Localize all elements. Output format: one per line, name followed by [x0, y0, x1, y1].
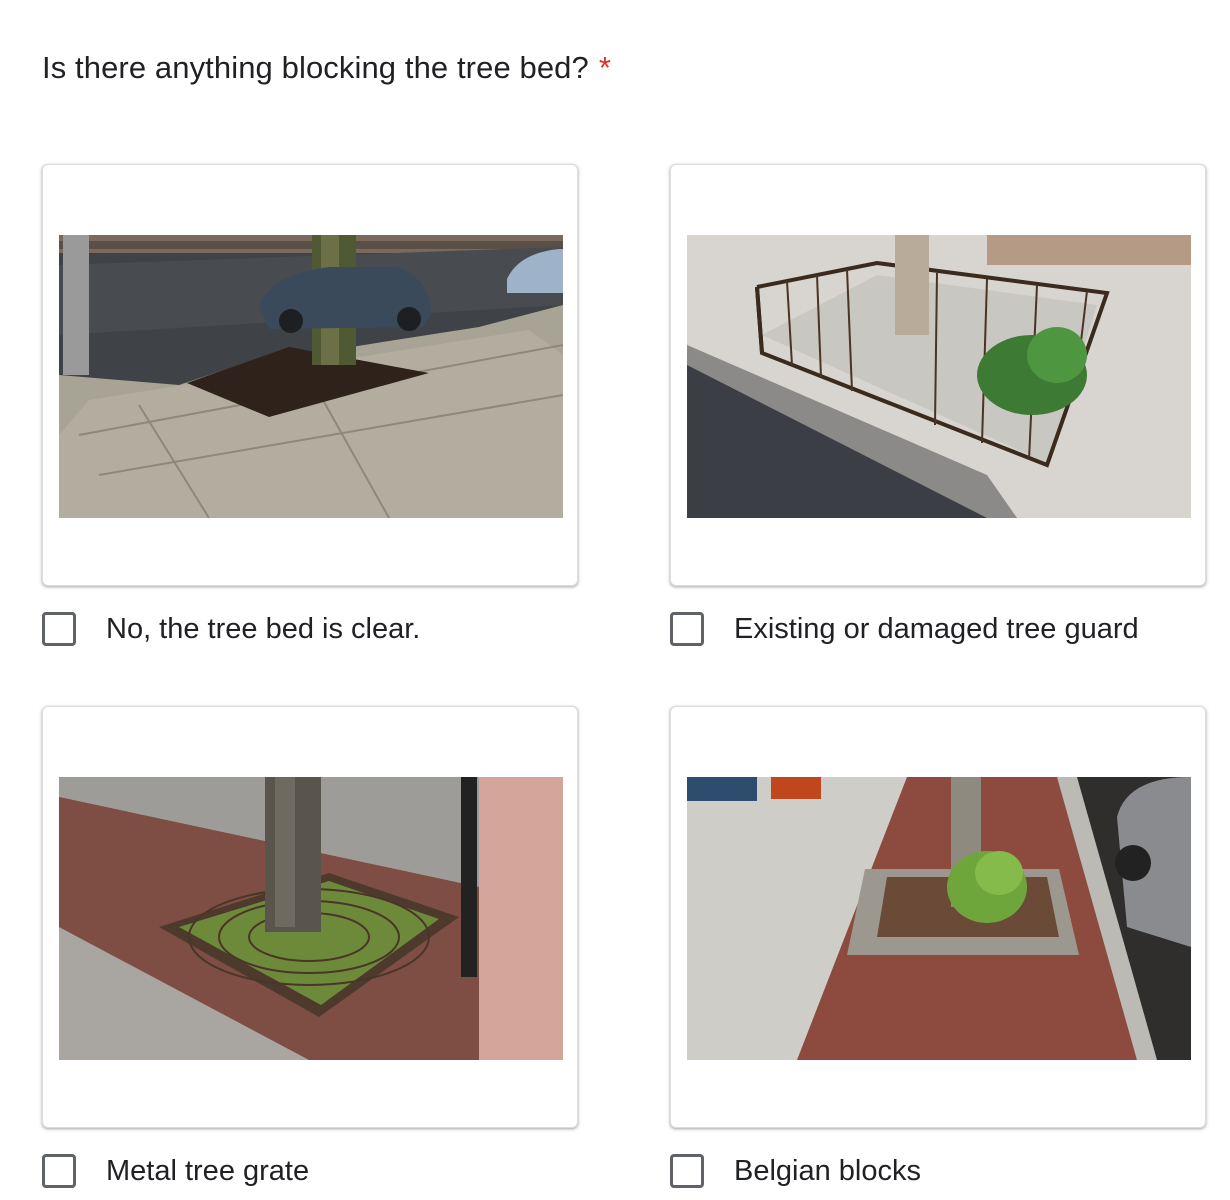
option-label-clear: No, the tree bed is clear.: [106, 613, 421, 645]
option-metal-grate[interactable]: Metal tree grate: [42, 1153, 309, 1189]
checkbox-metal-grate[interactable]: [42, 1154, 76, 1188]
option-label-belgian-blocks: Belgian blocks: [734, 1155, 921, 1187]
option-image-belgian-blocks: [687, 777, 1191, 1060]
checkbox-tree-guard[interactable]: [670, 612, 704, 646]
option-label-tree-guard: Existing or damaged tree guard: [734, 613, 1139, 645]
option-image-tree-guard: [687, 235, 1191, 518]
option-card-tree-guard[interactable]: [670, 164, 1206, 586]
question-title: Is there anything blocking the tree bed?…: [42, 48, 611, 88]
option-label-metal-grate: Metal tree grate: [106, 1155, 310, 1187]
option-clear[interactable]: No, the tree bed is clear.: [42, 611, 420, 647]
option-card-clear[interactable]: [42, 164, 578, 586]
option-tree-guard[interactable]: Existing or damaged tree guard: [670, 611, 1139, 647]
option-image-clear: [59, 235, 563, 518]
option-image-metal-grate: [59, 777, 563, 1060]
option-card-belgian-blocks[interactable]: [670, 706, 1206, 1128]
checkbox-belgian-blocks[interactable]: [670, 1154, 704, 1188]
question-text: Is there anything blocking the tree bed?: [42, 50, 589, 85]
checkbox-clear[interactable]: [42, 612, 76, 646]
option-card-metal-grate[interactable]: [42, 706, 578, 1128]
required-asterisk: *: [598, 50, 612, 85]
option-belgian-blocks[interactable]: Belgian blocks: [670, 1153, 921, 1189]
